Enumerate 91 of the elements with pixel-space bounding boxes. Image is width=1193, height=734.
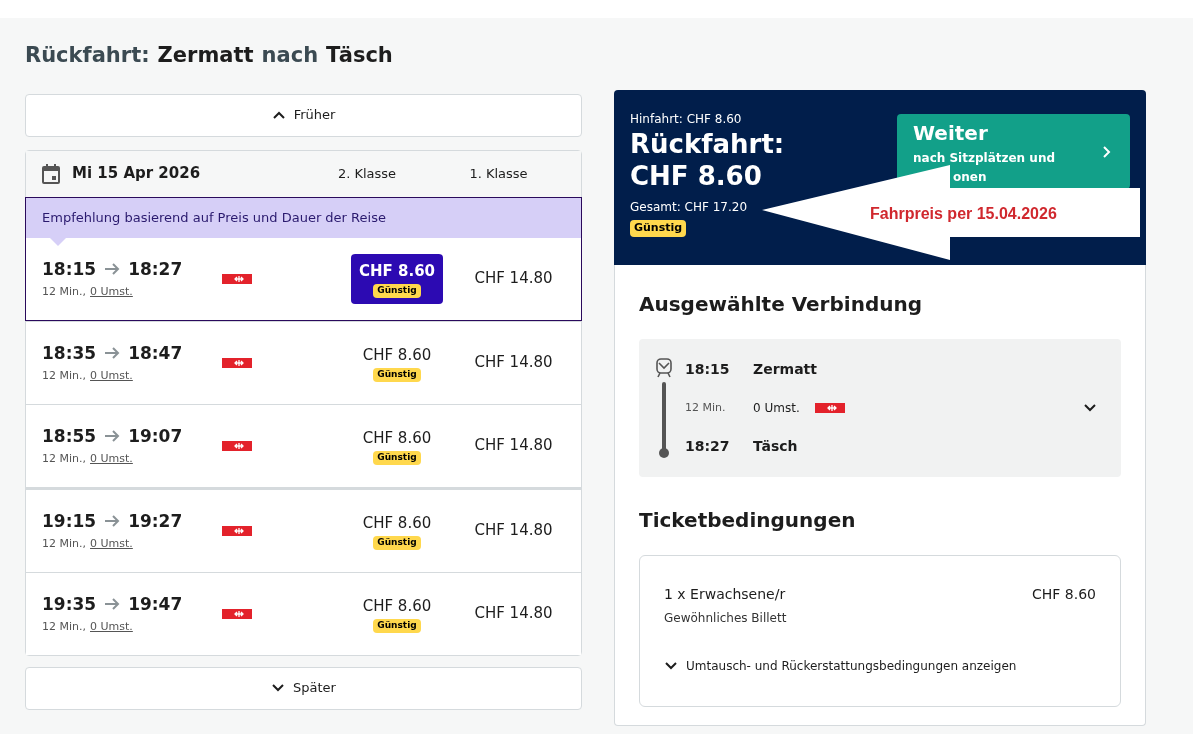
duration-text: 12 Min. <box>685 399 727 416</box>
price-text: CHF 8.60 <box>362 512 432 534</box>
column-header: 1. Klasse <box>468 164 529 183</box>
continue-subtitle: nach Sitzplätzen und <box>913 149 1056 167</box>
train-logo-icon <box>222 608 252 619</box>
transfers-link[interactable]: 0 Umst. <box>90 536 133 553</box>
price-option[interactable]: CHF 8.60 Günstig <box>354 420 440 471</box>
departure-time: 19:15 <box>42 509 97 533</box>
arrival-time: 18:27 <box>128 257 183 281</box>
duration-text: 12 Min., <box>42 451 86 467</box>
conditions-link[interactable]: Umtausch- und Rückerstattungsbedingungen anzeigen <box>664 657 1096 675</box>
arrow-right-icon <box>104 515 121 528</box>
train-logo-icon <box>815 403 845 413</box>
return-price: CHF 8.60 <box>630 160 763 192</box>
expand-button[interactable] <box>1083 403 1097 413</box>
duration-text: 12 Min., <box>42 368 86 384</box>
train-logo-icon <box>222 273 252 284</box>
cheap-badge: Günstig <box>373 451 421 465</box>
arrow-right-icon <box>104 430 121 443</box>
first-class-price[interactable]: CHF 14.80 <box>474 519 553 542</box>
chevron-up-icon <box>271 110 286 120</box>
arrival-time: 19:47 <box>128 592 183 616</box>
earlier-button[interactable]: Früher <box>25 93 582 137</box>
arrow-right-icon <box>104 598 121 611</box>
first-class-price[interactable]: CHF 14.80 <box>474 602 553 625</box>
train-logo-icon <box>222 440 252 451</box>
section-heading: Ticketbedingungen <box>639 507 857 534</box>
transfers-link[interactable]: 0 Umst. <box>90 619 133 636</box>
passenger-text: 1 x Erwachsene/r <box>664 585 786 604</box>
arrival-time: 18:27 <box>685 437 731 456</box>
outbound-price: Hinfahrt: CHF 8.60 <box>630 111 743 128</box>
date-text: Mi 15 Apr 2026 <box>72 163 202 185</box>
price-text: CHF 8.60 <box>362 427 432 449</box>
price-option[interactable]: CHF 8.60 Günstig <box>354 337 440 388</box>
connection-row[interactable]: 19:35 19:47 12 Min., 0 Umst. CHF 8.60 Günstig CHF 14.80 <box>26 571 581 655</box>
station-name: Zermatt <box>753 360 817 379</box>
continue-title: Weiter <box>913 119 989 147</box>
destination-text: Täsch <box>326 42 393 69</box>
column-header: 2. Klasse <box>336 164 398 183</box>
connection-row[interactable]: Empfehlung basierend auf Preis und Dauer der Reise 18:15 18:27 12 Min., 0 Umst. CHF 8.60 Günstig CHF 14.80 <box>25 196 582 321</box>
cheap-badge: Günstig <box>373 284 421 298</box>
arrival-time: 18:47 <box>128 341 183 365</box>
departure-time: 18:15 <box>685 360 731 379</box>
ticket-price: CHF 8.60 <box>1032 585 1096 604</box>
section-heading: Ausgewählte Verbindung <box>639 291 923 318</box>
price-option[interactable]: CHF 8.60 Günstig <box>354 505 440 556</box>
price-option[interactable]: CHF 8.60 Günstig <box>354 588 440 639</box>
departure-time: 18:15 <box>42 257 97 281</box>
departure-time: 18:55 <box>42 424 97 448</box>
transfers-link[interactable]: 0 Umst. <box>90 451 133 468</box>
duration-text: 12 Min., <box>42 619 86 635</box>
first-class-price[interactable]: CHF 14.80 <box>474 351 553 374</box>
chevron-right-icon <box>1102 144 1112 159</box>
title-connector: nach <box>261 42 319 69</box>
origin-text: Zermatt <box>157 42 254 69</box>
ticket-type: Gewöhnliches Billett <box>664 610 788 627</box>
departure-time: 18:35 <box>42 341 97 365</box>
cheap-badge: Günstig <box>373 368 421 382</box>
first-class-price[interactable]: CHF 14.80 <box>474 434 553 457</box>
chevron-down-icon <box>664 661 678 671</box>
cheap-badge: Günstig <box>630 220 687 237</box>
price-text: CHF 8.60 <box>362 595 432 617</box>
station-name: Täsch <box>753 437 798 456</box>
train-icon <box>655 358 673 378</box>
chevron-down-icon <box>271 683 286 693</box>
cheap-badge: Günstig <box>373 536 421 550</box>
calendar-icon <box>42 163 60 184</box>
arrival-time: 19:27 <box>128 509 183 533</box>
duration-text: 12 Min., <box>42 536 86 552</box>
transfers-text: 0 Umst. <box>753 400 801 417</box>
arrow-right-icon <box>104 263 121 276</box>
departure-time: 19:35 <box>42 592 97 616</box>
later-button[interactable]: Später <box>25 666 582 710</box>
return-label: Rückfahrt: <box>630 128 786 160</box>
title-prefix: Rückfahrt: <box>25 42 150 69</box>
continue-subtitle: onen <box>952 168 988 186</box>
arrival-time: 19:07 <box>128 424 183 448</box>
arrow-right-icon <box>104 347 121 360</box>
transfers-link[interactable]: 0 Umst. <box>90 368 133 385</box>
callout-text: Fahrpreis per 15.04.2026 <box>870 204 1057 224</box>
transfers-link[interactable]: 0 Umst. <box>90 284 133 301</box>
price-text: CHF 8.60 <box>358 260 435 282</box>
chevron-down-icon <box>1083 403 1097 413</box>
cheap-badge: Günstig <box>373 619 421 633</box>
selected-price-card[interactable]: CHF 8.60 Günstig <box>350 253 443 304</box>
train-logo-icon <box>222 525 252 536</box>
recommendation-text: Empfehlung basierend auf Preis und Dauer der Reise <box>42 208 386 227</box>
first-class-price[interactable]: CHF 14.80 <box>474 267 553 290</box>
price-text: CHF 8.60 <box>362 344 432 366</box>
duration-text: 12 Min., <box>42 284 86 300</box>
train-logo-icon <box>222 357 252 368</box>
